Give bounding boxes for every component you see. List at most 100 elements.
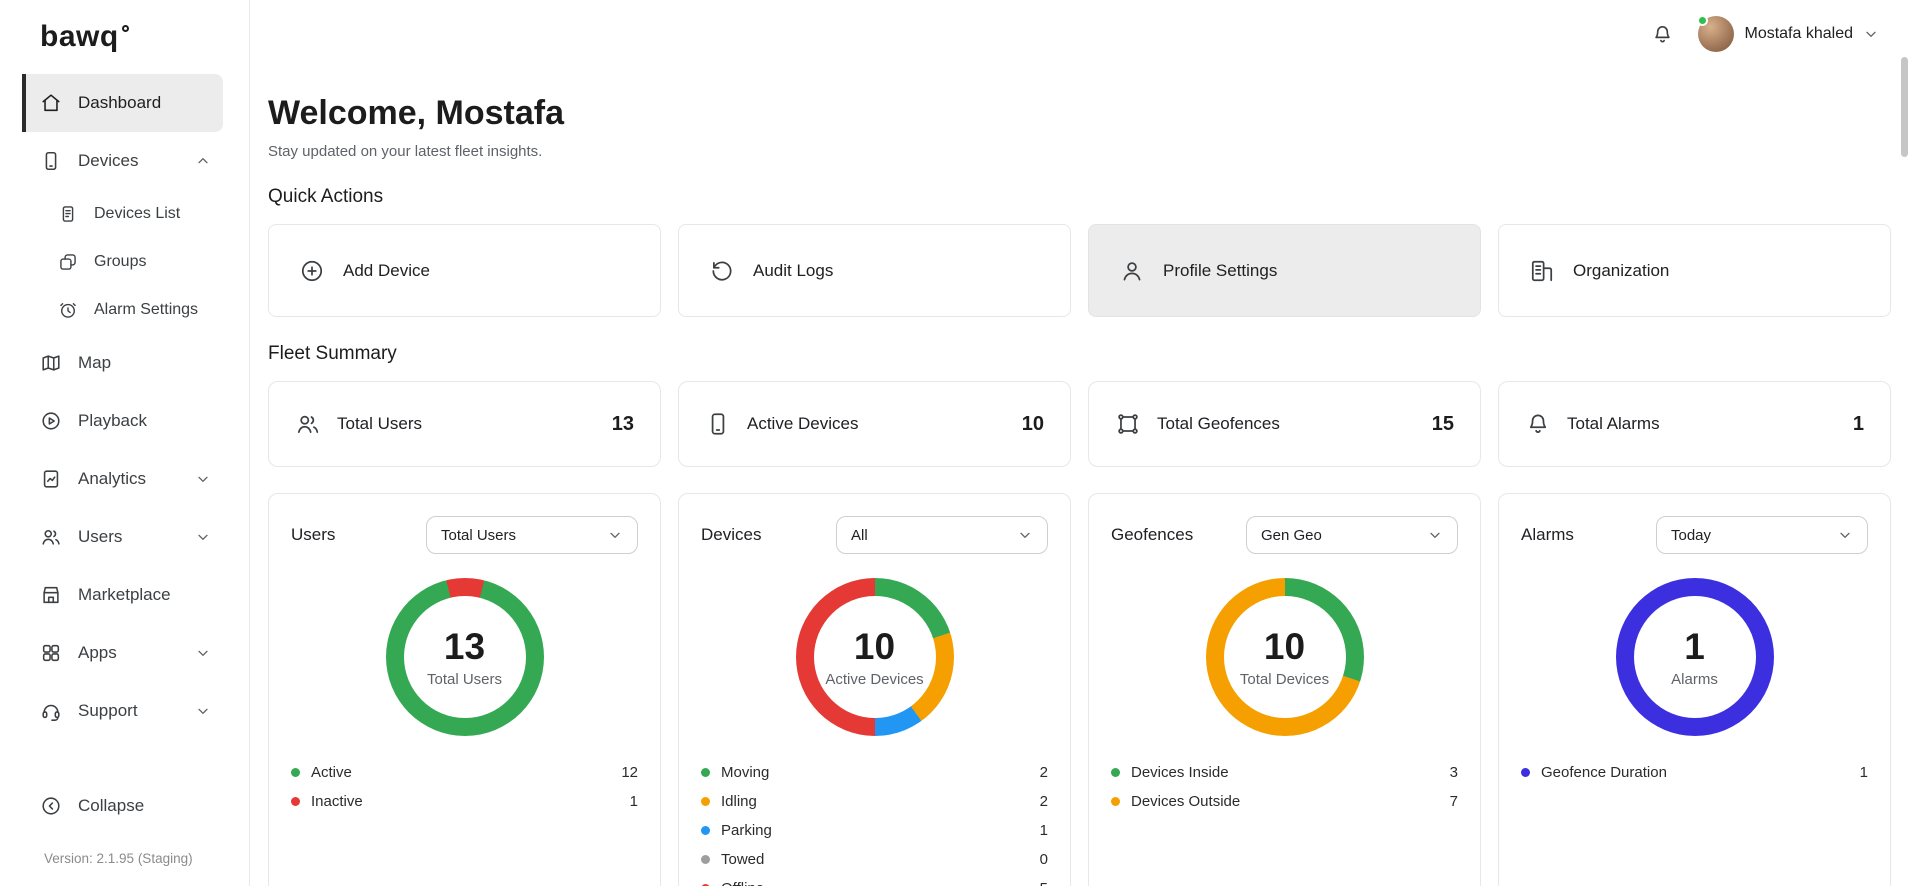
user-menu[interactable]: Mostafa khaled (1698, 16, 1879, 52)
sidebar-item-apps[interactable]: Apps (22, 624, 223, 682)
legend-dot (291, 797, 300, 806)
sidebar-item-devices[interactable]: Devices (22, 132, 223, 190)
brand-logo-mark-icon (122, 25, 129, 32)
chart-title: Geofences (1111, 525, 1193, 545)
sidebar-item-map[interactable]: Map (22, 334, 223, 392)
legend-dot (701, 855, 710, 864)
legend-dot (701, 797, 710, 806)
users-chart-legend: Active12Inactive1 (291, 758, 638, 816)
stat-label: Active Devices (747, 414, 858, 434)
devices-chart-legend: Moving2Idling2Parking1Towed0Offline5 (701, 758, 1048, 886)
total-geofences-stat-card: Total Geofences 15 (1088, 381, 1481, 467)
chevron-up-icon (195, 153, 211, 169)
legend-item: Devices Inside3 (1111, 758, 1458, 787)
donut-value: 10 (854, 626, 895, 668)
users-filter-dropdown[interactable]: Total Users (426, 516, 638, 554)
chart-title: Devices (701, 525, 761, 545)
users-chart-header: Users Total Users (291, 516, 638, 554)
app-version: Version: 2.1.95 (Staging) (0, 835, 249, 876)
selected-option: Today (1671, 527, 1711, 544)
audit-logs-button[interactable]: Audit Logs (678, 224, 1071, 317)
legend-label: Parking (721, 822, 772, 839)
scrollbar-thumb[interactable] (1901, 57, 1908, 157)
legend-value: 1 (1040, 822, 1048, 839)
donut-value: 13 (444, 626, 485, 668)
legend-dot (1111, 768, 1120, 777)
legend-dot (1521, 768, 1530, 777)
sidebar-item-label: Devices (78, 151, 138, 171)
sidebar-item-support[interactable]: Support (22, 682, 223, 740)
sidebar-item-label: Marketplace (78, 585, 171, 605)
donut-center: 1 Alarms (1634, 596, 1756, 718)
legend-item: Geofence Duration1 (1521, 758, 1868, 787)
sidebar-item-dashboard[interactable]: Dashboard (22, 74, 223, 132)
stat-label: Total Geofences (1157, 414, 1280, 434)
devices-filter-dropdown[interactable]: All (836, 516, 1048, 554)
sidebar-item-users[interactable]: Users (22, 508, 223, 566)
app-root: bawq Dashboard Devices (0, 0, 1909, 886)
sidebar-item-groups[interactable]: Groups (22, 238, 223, 286)
sidebar-item-alarm-settings[interactable]: Alarm Settings (22, 286, 223, 334)
page-subtitle: Stay updated on your latest fleet insigh… (268, 143, 1891, 160)
plus-circle-icon (299, 258, 325, 284)
sidebar: bawq Dashboard Devices (0, 0, 250, 886)
profile-settings-button[interactable]: Profile Settings (1088, 224, 1481, 317)
collapse-label: Collapse (78, 796, 144, 816)
stat-value: 1 (1853, 413, 1864, 436)
organization-button[interactable]: Organization (1498, 224, 1891, 317)
collapse-circle-icon (40, 795, 62, 817)
bell-icon (1525, 411, 1551, 437)
legend-value: 2 (1040, 793, 1048, 810)
map-icon (40, 352, 62, 374)
chevron-down-icon (1837, 527, 1853, 543)
brand-logo[interactable]: bawq (0, 0, 249, 70)
legend-value: 1 (1860, 764, 1868, 781)
legend-item: Devices Outside7 (1111, 787, 1458, 816)
sidebar-item-label: Devices List (94, 205, 180, 223)
fleet-summary-title: Fleet Summary (268, 343, 1891, 365)
geofences-filter-dropdown[interactable]: Gen Geo (1246, 516, 1458, 554)
sidebar-item-label: Users (78, 527, 122, 547)
legend-item: Offline5 (701, 874, 1048, 886)
chart-title: Users (291, 525, 335, 545)
alarms-filter-dropdown[interactable]: Today (1656, 516, 1868, 554)
sidebar-item-label: Alarm Settings (94, 301, 198, 319)
legend-label: Active (311, 764, 352, 781)
donut-value: 10 (1264, 626, 1305, 668)
active-devices-stat-card: Active Devices 10 (678, 381, 1071, 467)
devices-chart-card: Devices All 10 Active Devices (678, 493, 1071, 886)
legend-label: Moving (721, 764, 769, 781)
history-icon (709, 258, 735, 284)
building-icon (1529, 258, 1555, 284)
device-list-icon (58, 204, 78, 224)
sidebar-item-marketplace[interactable]: Marketplace (22, 566, 223, 624)
legend-dot (701, 768, 710, 777)
legend-label: Devices Outside (1131, 793, 1240, 810)
legend-value: 12 (621, 764, 638, 781)
sidebar-item-devices-list[interactable]: Devices List (22, 190, 223, 238)
collapse-sidebar-button[interactable]: Collapse (22, 777, 223, 835)
quick-action-label: Add Device (343, 261, 430, 281)
sidebar-item-label: Playback (78, 411, 147, 431)
devices-chart-header: Devices All (701, 516, 1048, 554)
mobile-device-icon (705, 411, 731, 437)
add-device-button[interactable]: Add Device (268, 224, 661, 317)
donut-value: 1 (1684, 626, 1705, 668)
legend-label: Devices Inside (1131, 764, 1229, 781)
page-scrollbar[interactable] (1901, 0, 1909, 886)
sidebar-item-analytics[interactable]: Analytics (22, 450, 223, 508)
donut-label: Alarms (1671, 671, 1718, 688)
legend-dot (701, 826, 710, 835)
user-name: Mostafa khaled (1744, 25, 1853, 43)
selected-option: All (851, 527, 868, 544)
stat-label: Total Users (337, 414, 422, 434)
mobile-device-icon (40, 150, 62, 172)
sidebar-item-label: Groups (94, 253, 146, 271)
brand-logo-text: bawq (40, 20, 119, 54)
groups-icon (58, 252, 78, 272)
legend-label: Towed (721, 851, 764, 868)
avatar (1698, 16, 1734, 52)
sidebar-item-playback[interactable]: Playback (22, 392, 223, 450)
notifications-bell-icon[interactable] (1651, 23, 1674, 46)
quick-actions-title: Quick Actions (268, 186, 1891, 208)
